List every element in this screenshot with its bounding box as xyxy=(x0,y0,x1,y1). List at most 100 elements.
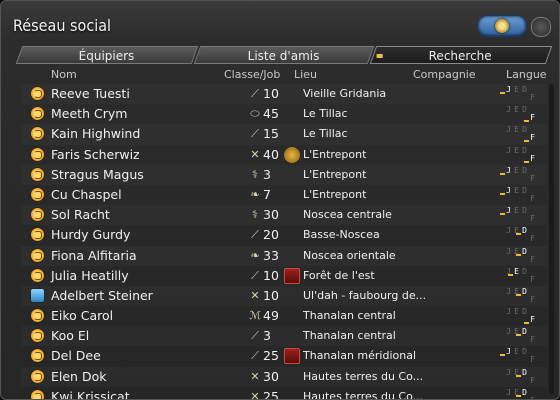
feather-icon: ❧ xyxy=(250,248,260,262)
online-status-icon xyxy=(31,309,44,323)
language-letter: F xyxy=(530,254,535,264)
online-status-icon xyxy=(31,369,44,383)
language-marker xyxy=(500,172,505,175)
close-button[interactable] xyxy=(531,17,551,37)
column-header-location[interactable]: Lieu xyxy=(294,68,317,81)
player-location: Le Tillac xyxy=(303,107,348,121)
column-header-job[interactable]: Classe/Job xyxy=(224,68,280,81)
language-letter: D xyxy=(522,367,527,377)
language-letter: D xyxy=(522,387,527,397)
player-row[interactable]: Cu Chaspel ❧ 7 L'Entrepont J E D F xyxy=(21,185,547,205)
language-marker xyxy=(508,273,513,276)
player-row[interactable]: Sol Racht ⚕ 30 Noscea centrale J E D F xyxy=(21,205,547,225)
language-letter: J xyxy=(506,145,511,155)
language-letter: F xyxy=(530,173,535,183)
player-location: Hautes terres du Co... xyxy=(303,369,424,383)
player-row[interactable]: Kain Highwind ⟋ 15 Le Tillac J E D F xyxy=(21,124,547,144)
language-letter: F xyxy=(530,274,535,284)
player-name: Reeve Tuesti xyxy=(51,86,130,101)
player-row[interactable]: Eiko Carol ℳ 49 Thanalan central J E D F xyxy=(21,306,547,326)
staff-icon: ⟋ xyxy=(251,268,259,282)
player-row[interactable]: Fiona Alfitaria ❧ 33 Noscea orientale J E D F xyxy=(21,246,547,266)
player-row[interactable]: Kwi Krissicat ✕ 25 Hautes terres du Co... J E… xyxy=(21,387,547,400)
tab-party[interactable]: Équipiers xyxy=(15,46,199,64)
language-letter: D xyxy=(522,105,527,115)
player-level: 40 xyxy=(263,146,279,162)
player-location: L'Entrepont xyxy=(303,147,367,161)
online-status-icon xyxy=(31,87,44,100)
language-indicator: JEDF xyxy=(500,186,539,203)
player-level: 15 xyxy=(263,126,279,142)
swords-icon: ✕ xyxy=(250,389,260,400)
staff-icon: ⟋ xyxy=(251,228,259,242)
language-letter: J xyxy=(506,226,511,236)
language-letter: E xyxy=(514,165,519,175)
player-level: 30 xyxy=(263,207,279,223)
company-crest-icon xyxy=(284,267,300,284)
titlebar[interactable]: Réseau social xyxy=(1,1,559,41)
language-letter: D xyxy=(522,246,527,256)
player-row[interactable]: Reeve Tuesti ⟋ 10 Vieille Gridania J E D F xyxy=(21,84,547,104)
language-marker xyxy=(516,293,521,296)
player-name: Fiona Alfitaria xyxy=(51,247,137,263)
online-status-icon xyxy=(31,127,44,141)
tab-bar: Équipiers Liste d'amis Recherche xyxy=(15,46,553,64)
player-row[interactable]: Koo El ⟋ 3 Thanalan central J E D F xyxy=(21,326,547,346)
tab-friends[interactable]: Liste d'amis xyxy=(193,46,375,64)
language-marker xyxy=(500,92,505,94)
column-header-company[interactable]: Compagnie xyxy=(413,68,476,81)
player-location: Thanalan méridional xyxy=(303,349,417,363)
player-row[interactable]: Hurdy Gurdy ⟋ 20 Basse-Noscea J E D F xyxy=(21,225,547,245)
player-name: Cu Chaspel xyxy=(51,186,122,202)
player-name: Kain Highwind xyxy=(51,126,141,142)
column-header-language[interactable]: Langue xyxy=(506,68,547,81)
language-indicator: JEDF xyxy=(500,347,539,364)
scepter-icon: ⚕ xyxy=(252,208,258,222)
player-row[interactable]: Adelbert Steiner ✕ 10 Ul'dah - faubourg de.… xyxy=(21,286,547,306)
tab-label: Recherche xyxy=(429,49,493,63)
language-indicator: JEDF xyxy=(505,227,539,243)
language-letter: F xyxy=(530,335,535,345)
language-indicator: JEDF xyxy=(505,145,539,163)
language-marker xyxy=(500,192,505,195)
player-row[interactable]: Del Dee ⟋ 25 Thanalan méridional J E D F xyxy=(21,346,547,366)
language-letter: J xyxy=(506,307,511,317)
options-button[interactable] xyxy=(477,15,527,37)
language-marker xyxy=(500,354,505,357)
player-level: 3 xyxy=(263,328,271,344)
player-location: Vieille Gridania xyxy=(303,87,387,100)
language-letter: F xyxy=(530,214,535,224)
staff-icon: ⟋ xyxy=(251,349,259,363)
language-marker xyxy=(516,233,521,236)
player-row[interactable]: Stragus Magus ⚕ 3 L'Entrepont J E D F xyxy=(21,165,547,185)
column-header-name[interactable]: Nom xyxy=(51,68,77,81)
player-row[interactable]: Julia Heatilly ⟋ 10 Forêt de l'est J E D F xyxy=(21,266,547,286)
scrollbar[interactable] xyxy=(549,84,554,394)
language-letter: J xyxy=(506,286,511,296)
language-letter: J xyxy=(506,347,511,357)
language-marker xyxy=(524,120,529,123)
language-letter: E xyxy=(514,307,519,317)
language-letter: J xyxy=(506,165,511,175)
language-letter: F xyxy=(530,153,535,163)
player-row[interactable]: Meeth Crym ⬭ 45 Le Tillac J E D F xyxy=(21,104,547,124)
player-level: 10 xyxy=(263,287,279,303)
language-letter: F xyxy=(530,234,535,244)
language-letter: J xyxy=(506,105,511,115)
language-letter: E xyxy=(514,125,519,135)
player-name: Koo El xyxy=(51,328,90,344)
lance-icon: ⟋ xyxy=(251,329,259,343)
tab-search[interactable]: Recherche xyxy=(369,46,553,64)
player-list[interactable]: Reeve Tuesti ⟋ 10 Vieille Gridania J E D F Meeth… xyxy=(21,84,547,400)
player-row[interactable]: Elen Dok ✕ 30 Hautes terres du Co... J E D F xyxy=(21,367,547,387)
language-letter: J xyxy=(506,367,511,377)
language-letter: D xyxy=(522,347,527,357)
player-row[interactable]: Faris Scherwiz ✕ 40 L'Entrepont J E D F xyxy=(21,145,547,165)
bow-icon: ℳ xyxy=(249,309,261,323)
language-indicator: JEDF xyxy=(500,86,539,102)
tab-label: Équipiers xyxy=(78,49,135,63)
player-level: 49 xyxy=(263,308,279,324)
player-location: Thanalan central xyxy=(303,329,396,343)
language-letter: E xyxy=(514,206,519,216)
language-letter: E xyxy=(514,105,519,115)
